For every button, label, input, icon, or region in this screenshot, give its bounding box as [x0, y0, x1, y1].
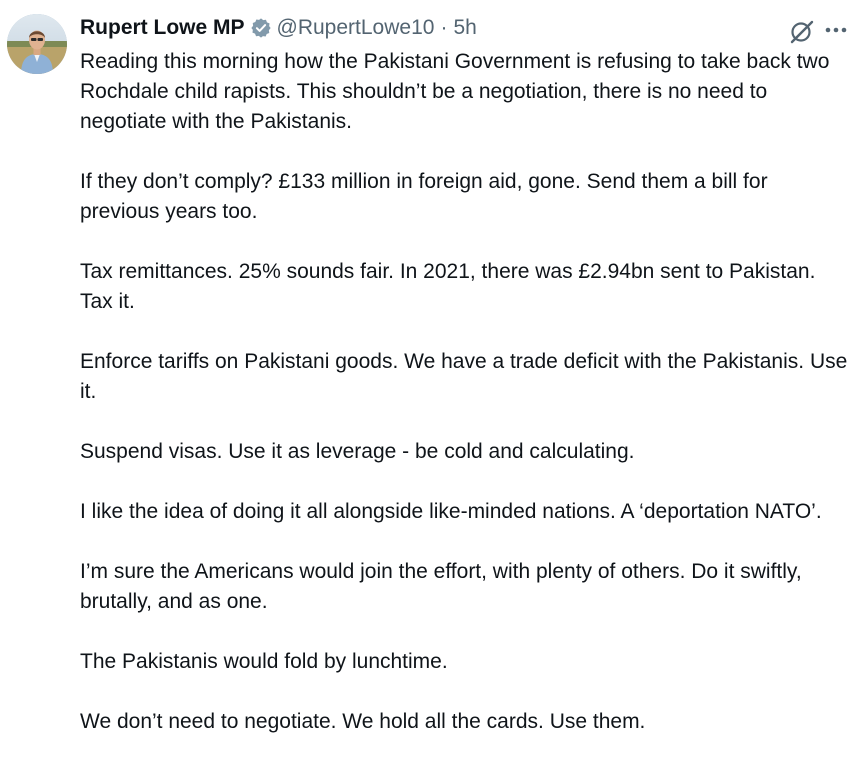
- tweet-paragraph: I like the idea of doing it all alongsid…: [80, 500, 822, 523]
- verified-badge-icon[interactable]: [250, 17, 272, 39]
- avatar[interactable]: [7, 14, 67, 74]
- tweet-paragraph: I’m sure the Americans would join the ef…: [80, 560, 808, 613]
- tweet-header: Rupert Lowe MP @RupertLowe10 · 5h: [80, 12, 477, 44]
- tweet-paragraph: Tax remittances. 25% sounds fair. In 202…: [80, 260, 821, 313]
- tweet-paragraph: We don’t need to negotiate. We hold all …: [80, 710, 646, 733]
- author-handle[interactable]: @RupertLowe10: [277, 16, 435, 40]
- more-options-icon[interactable]: [822, 18, 850, 42]
- tweet: Rupert Lowe MP @RupertLowe10 · 5h Readin…: [0, 0, 855, 780]
- tweet-paragraph: The Pakistanis would fold by lunchtime.: [80, 650, 448, 673]
- grok-icon[interactable]: [788, 17, 816, 45]
- tweet-paragraph: Suspend visas. Use it as leverage - be c…: [80, 440, 635, 463]
- avatar-photo: [7, 14, 67, 74]
- timestamp[interactable]: 5h: [453, 16, 476, 40]
- author-display-name[interactable]: Rupert Lowe MP: [80, 16, 245, 40]
- tweet-paragraph: Reading this morning how the Pakistani G…: [80, 50, 836, 133]
- tweet-text: Reading this morning how the Pakistani G…: [80, 47, 850, 737]
- header-separator: ·: [440, 16, 448, 39]
- tweet-paragraph: If they don’t comply? £133 million in fo…: [80, 170, 774, 223]
- tweet-paragraph: Enforce tariffs on Pakistani goods. We h…: [80, 350, 854, 403]
